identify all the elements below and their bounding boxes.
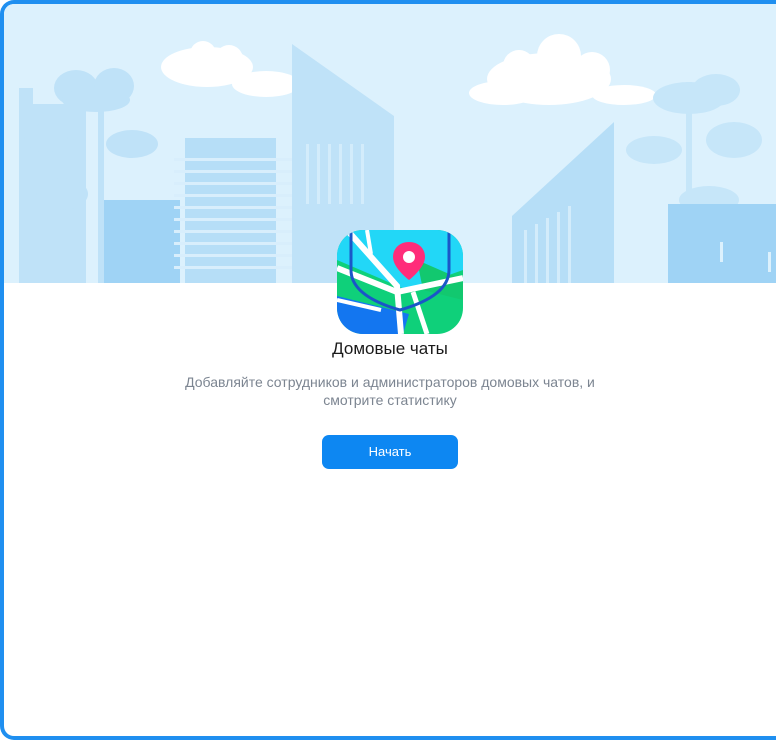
- app-window: Домовые чаты Добавляйте сотрудников и ад…: [0, 0, 776, 740]
- start-button[interactable]: Начать: [322, 435, 458, 469]
- page-description: Добавляйте сотрудников и администраторов…: [185, 374, 595, 408]
- empty-state: Домовые чаты Добавляйте сотрудников и ад…: [4, 338, 776, 469]
- map-pin-icon: [337, 230, 463, 334]
- home-chats-app-icon: [337, 230, 463, 334]
- page-title: Домовые чаты: [332, 339, 448, 358]
